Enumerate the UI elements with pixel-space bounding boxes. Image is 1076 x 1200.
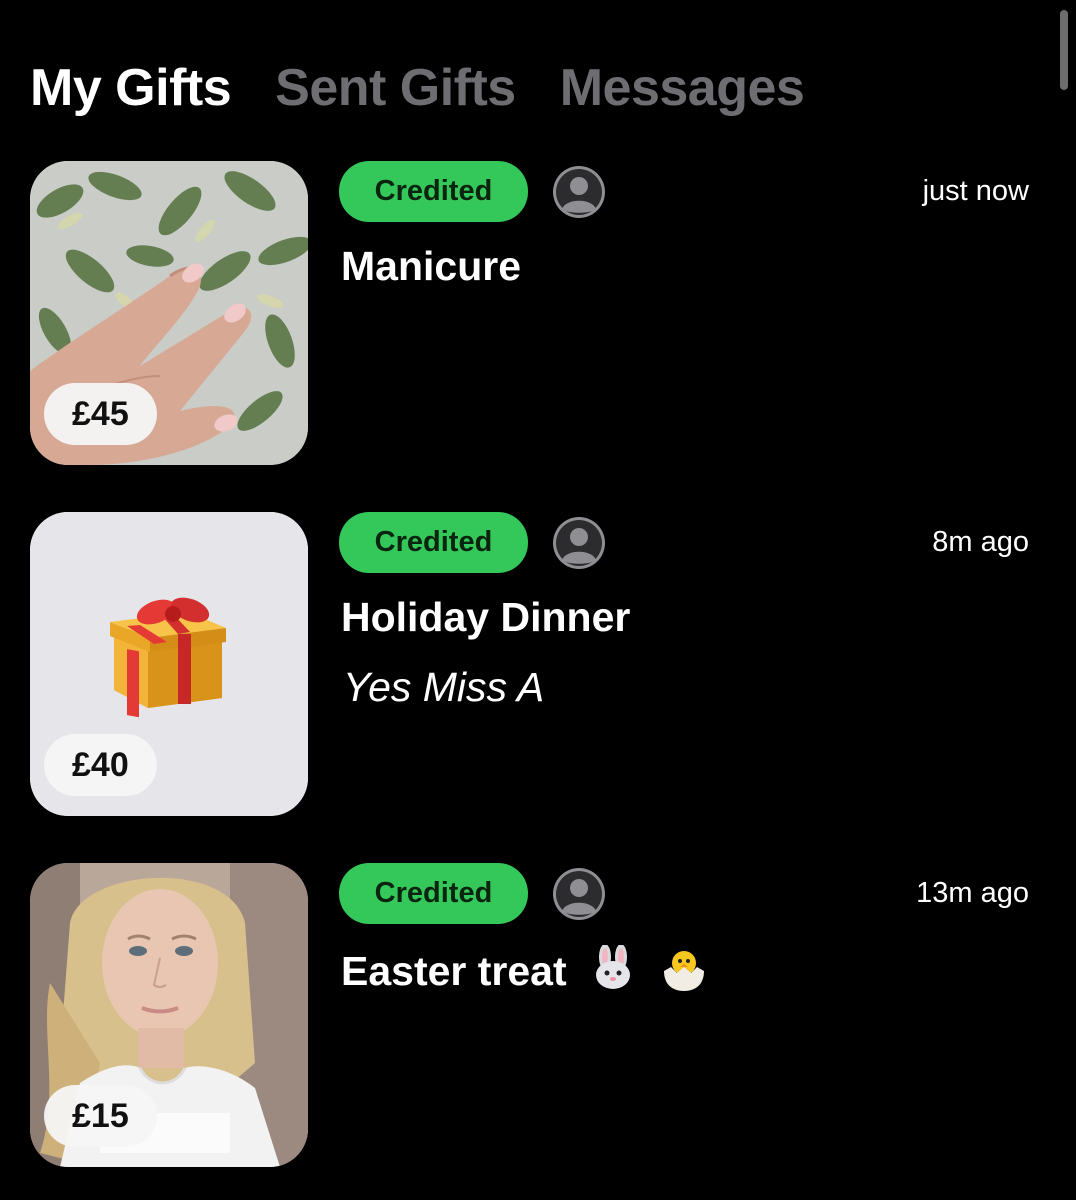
hatching-chick-icon xyxy=(664,951,705,991)
selfie-photo: £15 xyxy=(30,863,308,1167)
price-pill: £40 xyxy=(44,734,157,796)
gift-item[interactable]: £45 Credited just now Manicure xyxy=(30,161,1030,467)
gift-message: Yes Miss A xyxy=(343,664,545,710)
gift-box-image: £40 xyxy=(30,512,308,816)
gift-title-text: Easter treat xyxy=(341,948,567,994)
my-gifts-screen: My Gifts Sent Gifts Messages £45 Credite… xyxy=(0,0,1076,1200)
price-pill: £15 xyxy=(44,1085,157,1147)
credited-badge: Credited xyxy=(339,512,528,573)
gift-title: Easter treat xyxy=(341,945,709,995)
scrollbar[interactable] xyxy=(1060,10,1068,90)
tab-messages[interactable]: Messages xyxy=(560,58,805,118)
credited-badge: Credited xyxy=(339,863,528,924)
credited-badge: Credited xyxy=(339,161,528,222)
gift-item[interactable]: £15 Credited 13m ago Easter treat xyxy=(30,863,1030,1169)
person-circle-icon[interactable] xyxy=(552,165,606,219)
tab-bar: My Gifts Sent Gifts Messages xyxy=(30,58,805,118)
manicure-photo: £45 xyxy=(30,161,308,465)
rabbit-face-icon xyxy=(596,945,631,989)
timestamp: just now xyxy=(922,175,1029,207)
timestamp: 13m ago xyxy=(916,877,1029,909)
gift-title: Manicure xyxy=(341,243,521,289)
timestamp: 8m ago xyxy=(932,526,1029,558)
price-pill: £45 xyxy=(44,383,157,445)
tab-sent-gifts[interactable]: Sent Gifts xyxy=(275,58,516,118)
person-circle-icon[interactable] xyxy=(552,867,606,921)
tab-my-gifts[interactable]: My Gifts xyxy=(30,58,232,118)
person-circle-icon[interactable] xyxy=(552,516,606,570)
gift-title: Holiday Dinner xyxy=(341,594,631,640)
gift-item[interactable]: £40 Credited 8m ago Holiday Dinner Yes M… xyxy=(30,512,1030,818)
